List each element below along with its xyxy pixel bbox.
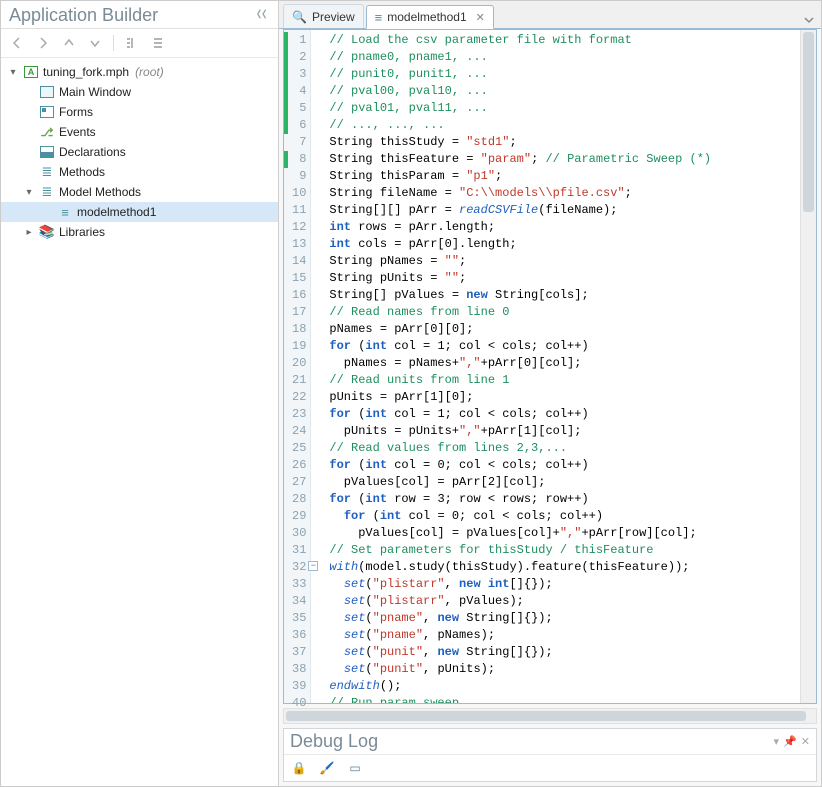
tab-label: Preview [312, 10, 355, 24]
application-builder-panel: Application Builder ▾ A tuning_fork.mph … [1, 1, 279, 786]
nav-up-button[interactable] [59, 33, 79, 53]
collapse-panel-icon[interactable] [256, 5, 270, 26]
method-icon: ≡ [375, 10, 383, 25]
app-icon: A [23, 64, 39, 80]
fold-toggle-icon[interactable]: − [308, 561, 318, 571]
expand-all-button[interactable] [148, 33, 168, 53]
expand-icon[interactable]: ▾ [7, 67, 19, 78]
clear-icon[interactable]: 🖌️ [318, 759, 336, 777]
pin-icon[interactable]: 📌 [783, 735, 797, 748]
model-methods-icon: ≣ [39, 184, 55, 200]
forms-icon [39, 104, 55, 120]
debug-toolbar: 🔒 🖌️ ▭ [284, 755, 816, 781]
code-content[interactable]: // Load the csv parameter file with form… [311, 30, 800, 703]
nav-forward-button[interactable] [33, 33, 53, 53]
vertical-scrollbar[interactable] [800, 30, 816, 703]
scroll-thumb[interactable] [803, 32, 814, 212]
tab-preview[interactable]: 🔍 Preview [283, 4, 364, 28]
tree-item-modelmethod1[interactable]: ≡ modelmethod1 [1, 202, 278, 222]
methods-icon: ≣ [39, 164, 55, 180]
tree-item-forms[interactable]: Forms [1, 102, 278, 122]
tree-item-libraries[interactable]: ▸ 📚 Libraries [1, 222, 278, 242]
tree-root-label: tuning_fork.mph [43, 65, 129, 79]
preview-icon: 🔍 [292, 10, 307, 24]
tree-item-declarations[interactable]: Declarations [1, 142, 278, 162]
tab-label: modelmethod1 [387, 10, 466, 24]
editor-tab-bar: 🔍 Preview ≡ modelmethod1 ✕ [279, 1, 821, 29]
expand-icon[interactable]: ▸ [23, 227, 35, 238]
collapse-all-button[interactable] [122, 33, 142, 53]
tree-toolbar [1, 29, 278, 58]
model-tree[interactable]: ▾ A tuning_fork.mph (root) Main Window F… [1, 58, 278, 786]
tree-item-model-methods[interactable]: ▾ ≣ Model Methods [1, 182, 278, 202]
close-tab-icon[interactable]: ✕ [476, 11, 485, 24]
panel-title: Application Builder [9, 5, 158, 26]
expand-icon[interactable]: ▾ [23, 187, 35, 198]
declarations-icon [39, 144, 55, 160]
window-icon[interactable]: ▭ [346, 759, 364, 777]
events-icon: ⎇ [39, 124, 55, 140]
tab-modelmethod1[interactable]: ≡ modelmethod1 ✕ [366, 5, 494, 29]
tree-item-methods[interactable]: ≣ Methods [1, 162, 278, 182]
line-gutter: 1234567891011121314151617181920212223242… [284, 30, 311, 703]
lock-icon[interactable]: 🔒 [290, 759, 308, 777]
code-editor[interactable]: 1234567891011121314151617181920212223242… [283, 29, 817, 704]
horizontal-scrollbar[interactable] [283, 708, 817, 724]
tree-item-events[interactable]: ⎇ Events [1, 122, 278, 142]
debug-log-panel: Debug Log ▾ 📌 ✕ 🔒 🖌️ ▭ [283, 728, 817, 782]
window-icon [39, 84, 55, 100]
editor-area: 🔍 Preview ≡ modelmethod1 ✕ 1234567891011… [279, 1, 821, 786]
tree-root-suffix: (root) [135, 65, 164, 79]
close-icon[interactable]: ✕ [801, 735, 810, 748]
libraries-icon: 📚 [39, 224, 55, 240]
nav-back-button[interactable] [7, 33, 27, 53]
debug-header: Debug Log ▾ 📌 ✕ [284, 729, 816, 755]
scroll-thumb[interactable] [286, 711, 806, 721]
tab-overflow-icon[interactable] [801, 12, 817, 28]
method-icon: ≡ [57, 204, 73, 220]
debug-title: Debug Log [290, 731, 378, 752]
minimize-icon[interactable]: ▾ [774, 735, 780, 748]
tree-item-main-window[interactable]: Main Window [1, 82, 278, 102]
panel-header: Application Builder [1, 1, 278, 29]
tree-root[interactable]: ▾ A tuning_fork.mph (root) [1, 62, 278, 82]
nav-down-button[interactable] [85, 33, 105, 53]
